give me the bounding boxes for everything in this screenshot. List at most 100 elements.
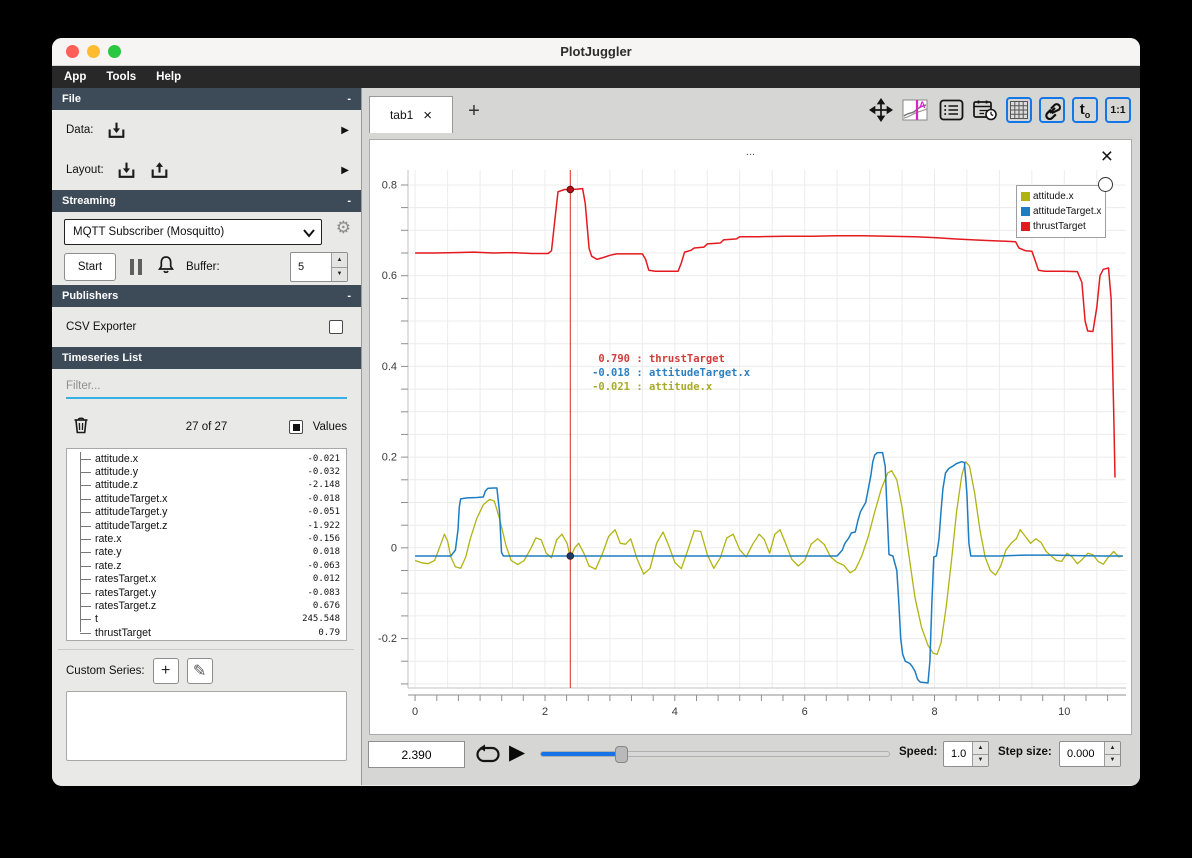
- legend-swatch: [1021, 192, 1030, 201]
- save-layout-icon[interactable]: [149, 160, 170, 181]
- plot-widget[interactable]: 0 2 4 6 8 10 -0.2 0 0.2 0.4 0.6 0.8 ... × attitude.…: [369, 139, 1132, 735]
- traffic-lights: [66, 45, 121, 58]
- values-checkbox[interactable]: [289, 420, 303, 434]
- filter-input[interactable]: [66, 375, 347, 399]
- plot-close-icon[interactable]: ×: [1101, 146, 1113, 167]
- timeseries-list[interactable]: attitude.x -0.021 attitude.y -0.032 attitu…: [66, 448, 347, 641]
- timeseries-item[interactable]: attitude.x -0.021: [67, 452, 340, 465]
- slider-handle[interactable]: [615, 746, 629, 763]
- svg-text:2: 2: [542, 706, 548, 718]
- file-section-header[interactable]: File -: [52, 88, 361, 110]
- current-time-field[interactable]: 2.390: [368, 741, 465, 768]
- timeseries-item[interactable]: ratesTarget.y -0.083: [67, 586, 340, 599]
- loop-icon[interactable]: [475, 742, 501, 771]
- timeseries-toolbar-row: 27 of 27 Values: [52, 413, 361, 441]
- spin-down-icon[interactable]: ▼: [332, 267, 347, 281]
- tab-close-icon[interactable]: ×: [423, 108, 432, 123]
- custom-series-label: Custom Series:: [66, 665, 145, 677]
- layout-menu-arrow-icon[interactable]: ▶: [341, 165, 349, 176]
- time-offset-icon[interactable]: to: [1072, 97, 1098, 123]
- link-axes-icon[interactable]: [1039, 97, 1065, 123]
- date-time-icon[interactable]: [971, 97, 999, 123]
- collapse-icon[interactable]: -: [347, 93, 351, 105]
- bell-icon[interactable]: [156, 254, 176, 279]
- timeseries-item[interactable]: attitudeTarget.x -0.018: [67, 492, 340, 505]
- add-custom-series-button[interactable]: +: [152, 658, 179, 684]
- timeseries-item[interactable]: attitudeTarget.z -1.922: [67, 519, 340, 532]
- timeseries-section-header[interactable]: Timeseries List: [52, 347, 361, 369]
- pause-icon[interactable]: [130, 259, 142, 275]
- csv-exporter-checkbox[interactable]: [329, 320, 343, 334]
- timeseries-item[interactable]: attitude.y -0.032: [67, 465, 340, 478]
- spin-down-icon[interactable]: ▼: [973, 754, 988, 766]
- minimize-window-button[interactable]: [87, 45, 100, 58]
- load-layout-icon[interactable]: [116, 160, 137, 181]
- tracker-line: -0.021 : attitude.x: [592, 381, 713, 393]
- timeseries-item[interactable]: rate.x -0.156: [67, 532, 340, 545]
- legend-swatch: [1021, 207, 1030, 216]
- speed-spinbox[interactable]: 1.0 ▲ ▼: [943, 741, 989, 767]
- divider: [58, 649, 354, 650]
- data-menu-arrow-icon[interactable]: ▶: [341, 125, 349, 136]
- step-size-label: Step size:: [998, 746, 1052, 758]
- legend-item[interactable]: thrustTarget: [1021, 219, 1101, 234]
- svg-text:6: 6: [802, 706, 808, 718]
- maximize-window-button[interactable]: [108, 45, 121, 58]
- spin-up-icon[interactable]: ▲: [332, 253, 347, 268]
- spin-down-icon[interactable]: ▼: [1105, 754, 1120, 766]
- legend-swatch: [1021, 222, 1030, 231]
- svg-text:4: 4: [672, 706, 678, 718]
- collapse-icon[interactable]: -: [347, 195, 351, 207]
- step-size-spinbox[interactable]: 0.000 ▲ ▼: [1059, 741, 1121, 767]
- timeseries-item[interactable]: t 245.548: [67, 613, 340, 626]
- timeseries-item[interactable]: attitude.z -2.148: [67, 479, 340, 492]
- svg-text:0.2: 0.2: [382, 452, 397, 464]
- legend-drag-handle[interactable]: [1098, 177, 1113, 192]
- collapse-icon[interactable]: -: [347, 290, 351, 302]
- streaming-source-select[interactable]: MQTT Subscriber (Mosquitto): [64, 219, 322, 245]
- timeline-slider[interactable]: [540, 746, 890, 763]
- timeseries-item[interactable]: ratesTarget.x 0.012: [67, 573, 340, 586]
- pan-arrows-icon[interactable]: [868, 97, 894, 123]
- timeseries-item[interactable]: attitudeTarget.y -0.051: [67, 506, 340, 519]
- spin-up-icon[interactable]: ▲: [973, 742, 988, 755]
- timeseries-item[interactable]: rate.y 0.018: [67, 546, 340, 559]
- tab-tab1[interactable]: tab1 ×: [369, 96, 453, 133]
- legend-item[interactable]: attitude.x: [1021, 189, 1101, 204]
- menu-tools[interactable]: Tools: [106, 71, 136, 83]
- new-tab-button[interactable]: +: [462, 100, 486, 123]
- timeseries-item[interactable]: rate.z -0.063: [67, 559, 340, 572]
- streaming-source-row: MQTT Subscriber (Mosquitto) ⚙: [52, 216, 361, 248]
- timeseries-item[interactable]: thrustTarget 0.79: [67, 626, 340, 639]
- tracker-line: 0.790 : thrustTarget: [598, 353, 725, 365]
- ratio-one-to-one-icon[interactable]: 1:1: [1105, 97, 1131, 123]
- svg-text:A: A: [919, 100, 926, 110]
- list-view-icon[interactable]: [938, 97, 964, 123]
- slider-fill: [541, 752, 622, 756]
- custom-series-list[interactable]: [66, 691, 347, 761]
- menu-help[interactable]: Help: [156, 71, 181, 83]
- plot-title[interactable]: ...: [370, 146, 1131, 158]
- svg-text:0: 0: [391, 542, 397, 554]
- curve-style-icon[interactable]: A: [901, 97, 931, 123]
- menubar: App Tools Help: [52, 66, 1140, 88]
- timeseries-item[interactable]: ratesTarget.z 0.676: [67, 599, 340, 612]
- grid-layout-icon[interactable]: [1006, 97, 1032, 123]
- publishers-section-header[interactable]: Publishers -: [52, 285, 361, 307]
- svg-text:-0.2: -0.2: [378, 633, 397, 645]
- menu-app[interactable]: App: [64, 71, 86, 83]
- legend-item[interactable]: attitudeTarget.x: [1021, 204, 1101, 219]
- streaming-section-header[interactable]: Streaming -: [52, 190, 361, 212]
- edit-custom-series-button[interactable]: ✎: [186, 658, 213, 684]
- csv-exporter-label: CSV Exporter: [66, 321, 137, 333]
- play-button[interactable]: ▶: [509, 740, 525, 765]
- plot-legend[interactable]: attitude.x attitudeTarget.x thrustTarget: [1016, 185, 1106, 238]
- streaming-settings-gear-icon[interactable]: ⚙: [336, 218, 351, 238]
- svg-text:0.6: 0.6: [382, 270, 397, 282]
- close-window-button[interactable]: [66, 45, 79, 58]
- buffer-spinbox[interactable]: 5 ▲ ▼: [290, 252, 348, 282]
- load-data-icon[interactable]: [106, 120, 127, 141]
- spin-up-icon[interactable]: ▲: [1105, 742, 1120, 755]
- start-button[interactable]: Start: [64, 253, 116, 281]
- svg-text:0: 0: [412, 706, 418, 718]
